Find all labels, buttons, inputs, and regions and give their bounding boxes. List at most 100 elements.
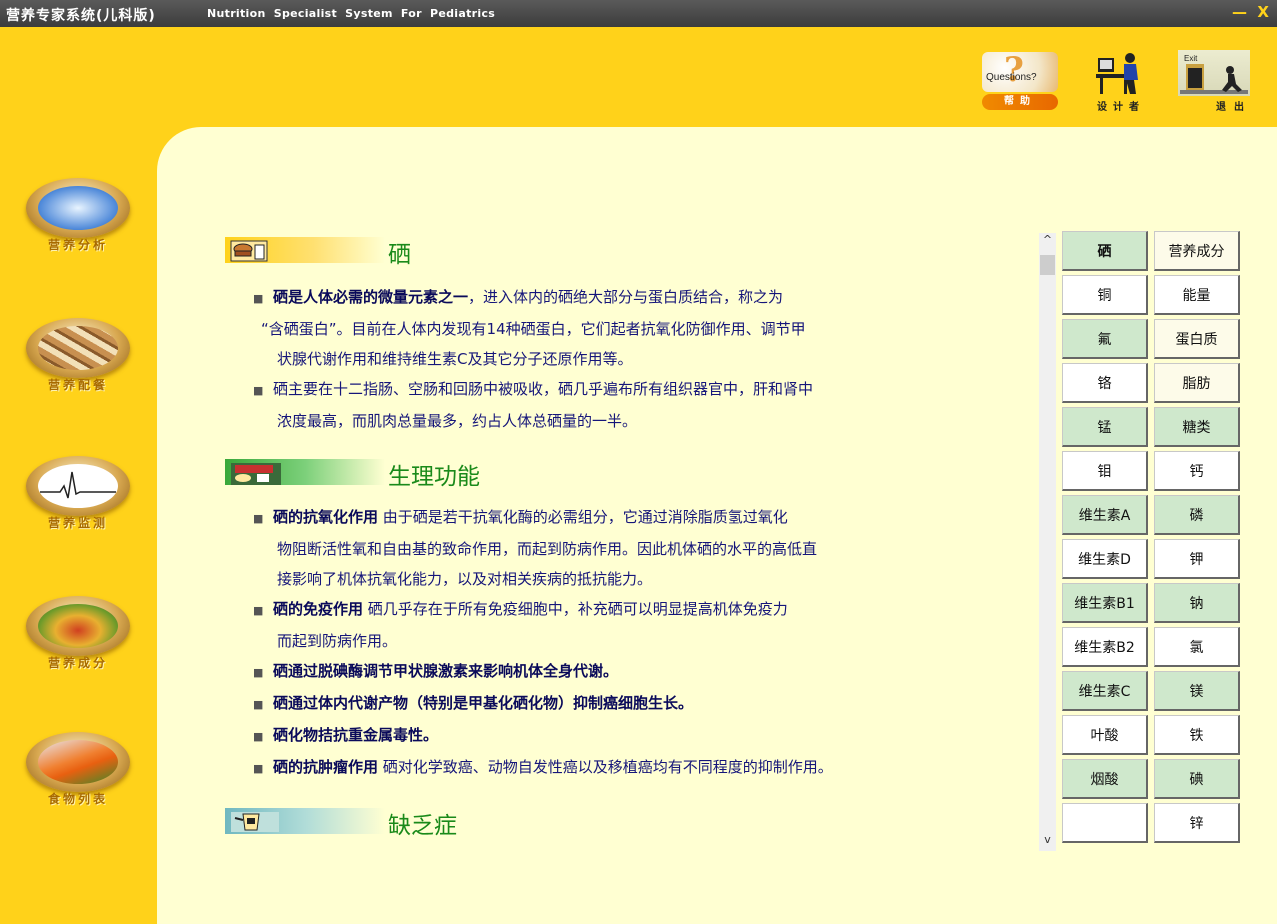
burger-drink-icon [230, 240, 268, 262]
nav-label: 营养配餐 [47, 378, 108, 392]
line-text: 硒几乎存在于所有免疫细胞中，补充硒可以明显提高机体免疫力 [363, 600, 788, 618]
line-text: 接影响了机体抗氧化能力，以及对相关疾病的抵抗能力。 [277, 570, 653, 588]
paragraph-line: 接影响了机体抗氧化能力，以及对相关疾病的抵抗能力。 [253, 564, 953, 594]
paragraph-line: 物阻断活性氧和自由基的致命作用，而起到防病作用。因此机体硒的水平的高低直 [253, 534, 953, 564]
exit-label: 退出 [1216, 102, 1252, 113]
line-text: 物阻断活性氧和自由基的致命作用，而起到防病作用。因此机体硒的水平的高低直 [277, 540, 818, 558]
nutrient-cell-left[interactable]: 烟酸 [1062, 759, 1148, 799]
minimize-button[interactable]: — [1232, 3, 1247, 21]
paragraph-line: ■ 硒通过脱碘酶调节甲状腺激素来影响机体全身代谢。 [253, 656, 953, 688]
scroll-up-arrow[interactable]: ^ [1039, 233, 1056, 251]
nutrient-cell-right[interactable]: 糖类 [1154, 407, 1240, 447]
bold-text: 硒的抗肿瘤作用 [273, 758, 379, 776]
nav-meal-planning[interactable]: 营养配餐 [20, 318, 136, 408]
bold-text: 硒通过体内代谢产物（特别是甲基化硒化物）抑制癌细胞生长。 [273, 694, 694, 712]
bold-text: 硒是人体必需的微量元素之一 [273, 288, 469, 306]
title-bar: 营养专家系统(儿科版) Nutrition Specialist System … [0, 0, 1277, 27]
paragraph-line: ■ 硒的抗肿瘤作用 硒对化学致癌、动物自发性癌以及移植癌均有不同程度的抑制作用。 [253, 752, 953, 784]
nutrient-cell-left[interactable]: 硒 [1062, 231, 1148, 271]
nutrient-cell-left[interactable]: 钼 [1062, 451, 1148, 491]
nutrient-cell-right[interactable]: 铁 [1154, 715, 1240, 755]
nutrient-cell-right[interactable]: 碘 [1154, 759, 1240, 799]
help-label: 帮助 [982, 94, 1058, 110]
nutrient-cell-left[interactable]: 叶酸 [1062, 715, 1148, 755]
section-header-selenium: 硒 [225, 233, 605, 268]
nutrient-cell-right[interactable]: 氯 [1154, 627, 1240, 667]
exit-door-icon: Exit [1178, 50, 1250, 96]
nutrient-cell-right[interactable]: 脂肪 [1154, 363, 1240, 403]
close-button[interactable]: X [1257, 3, 1269, 21]
cup-drink-icon [231, 812, 279, 832]
scroll-thumb[interactable] [1040, 255, 1055, 275]
bullet-icon: ■ [253, 604, 264, 617]
nutrient-list-scrollbar[interactable]: ^ v [1039, 233, 1056, 851]
section-header-physiological-function: 生理功能 [225, 455, 605, 490]
food-basket-icon [38, 604, 118, 648]
nutrient-table: 硒铜氟铬锰钼维生素A 维生素D 维生素B1 维生素B2 维生素C 叶酸 烟酸 营养成分 能量 蛋白… [1062, 231, 1242, 851]
nutrient-cell-right[interactable]: 钠 [1154, 583, 1240, 623]
nutrient-cell-right[interactable]: 营养成分 [1154, 231, 1240, 271]
bullet-icon: ■ [253, 730, 264, 743]
paragraph-line: ■ 硒的免疫作用 硒几乎存在于所有免疫细胞中，补充硒可以明显提高机体免疫力 [253, 594, 953, 626]
exit-button[interactable]: Exit 退出 [1176, 48, 1252, 116]
nutrient-cell-right[interactable]: 钙 [1154, 451, 1240, 491]
line-text: 浓度最高，而肌肉总量最多，约占人体总硒量的一半。 [277, 412, 638, 430]
paragraph-line: ■ 硒的抗氧化作用 由于硒是若干抗氧化酶的必需组分，它通过消除脂质氢过氧化 [253, 502, 953, 534]
question-icon: ? Questions? [982, 50, 1058, 92]
line-text: 硒主要在十二指肠、空肠和回肠中被吸收，硒几乎遍布所有组织器官中，肝和肾中 [273, 380, 814, 398]
bullet-icon: ■ [253, 512, 264, 525]
paragraph-line: ■ 硒主要在十二指肠、空肠和回肠中被吸收，硒几乎遍布所有组织器官中，肝和肾中 [253, 374, 953, 406]
nav-nutrition-content[interactable]: 营养成分 [20, 596, 136, 686]
questions-text: Questions? [986, 72, 1037, 83]
paragraph-line: “含硒蛋白”。目前在人体内发现有14种硒蛋白，它们起者抗氧化防御作用、调节甲 [253, 314, 953, 344]
bullet-icon: ■ [253, 698, 264, 711]
meal-plate-icon [38, 326, 118, 370]
nutrient-cell-left[interactable]: 铬 [1062, 363, 1148, 403]
nutrient-cell-right[interactable]: 钾 [1154, 539, 1240, 579]
bullet-icon: ■ [253, 762, 264, 775]
heartbeat-monitor-icon [38, 464, 118, 508]
bullet-icon: ■ [253, 384, 264, 397]
section-title: 硒 [388, 242, 411, 268]
nav-nutrition-analysis[interactable]: 营养分析 [20, 178, 136, 268]
line-text: 状腺代谢作用和维持维生素C及其它分子还原作用等。 [277, 350, 633, 368]
bold-text: 硒通过脱碘酶调节甲状腺激素来影响机体全身代谢。 [273, 662, 619, 680]
help-button[interactable]: ? Questions? 帮助 [982, 50, 1060, 112]
nav-nutrition-monitoring[interactable]: 营养监测 [20, 456, 136, 546]
section-title: 缺乏症 [388, 813, 457, 839]
nav-label: 食物列表 [47, 792, 108, 806]
line-text: 由于硒是若干抗氧化酶的必需组分，它通过消除脂质氢过氧化 [378, 508, 788, 526]
bullet-icon: ■ [253, 292, 264, 305]
nutrient-cell-right[interactable]: 镁 [1154, 671, 1240, 711]
section-body-selenium: ■ 硒是人体必需的微量元素之一，进入体内的硒绝大部分与蛋白质结合，称之为 “含硒蛋… [253, 282, 953, 436]
microscope-chef-icon [38, 186, 118, 230]
line-text: “含硒蛋白”。目前在人体内发现有14种硒蛋白，它们起者抗氧化防御作用、调节甲 [261, 320, 806, 338]
nutrient-cell-left[interactable]: 铜 [1062, 275, 1148, 315]
nutrient-cell-right[interactable]: 磷 [1154, 495, 1240, 535]
nav-label: 营养分析 [47, 238, 108, 252]
designer-button[interactable]: 设计者 [1088, 48, 1154, 116]
nutrient-cell-left[interactable]: 氟 [1062, 319, 1148, 359]
nutrient-cell-left[interactable]: 维生素B1 [1062, 583, 1148, 623]
bold-text: 硒化物拮抗重金属毒性。 [273, 726, 439, 744]
app-subtitle: Nutrition Specialist System For Pediatri… [207, 7, 496, 20]
scroll-down-arrow[interactable]: v [1039, 833, 1056, 851]
nav-food-list[interactable]: 食物列表 [20, 732, 136, 822]
nutrient-cell-left[interactable]: 维生素A [1062, 495, 1148, 535]
nutrient-cell-right[interactable]: 蛋白质 [1154, 319, 1240, 359]
paragraph-line: ■ 硒化物拮抗重金属毒性。 [253, 720, 953, 752]
line-text: ，进入体内的硒绝大部分与蛋白质结合，称之为 [468, 288, 784, 306]
vegetables-icon [38, 740, 118, 784]
food-tray-icon [231, 463, 281, 485]
nutrient-cell-left[interactable]: 维生素B2 [1062, 627, 1148, 667]
nutrient-cell-right[interactable]: 锌 [1154, 803, 1240, 843]
nutrient-cell-right[interactable]: 能量 [1154, 275, 1240, 315]
line-text: 硒对化学致癌、动物自发性癌以及移植癌均有不同程度的抑制作用。 [378, 758, 833, 776]
nutrient-cell-left[interactable]: 维生素D [1062, 539, 1148, 579]
bold-text: 硒的抗氧化作用 [273, 508, 379, 526]
nutrient-cell-left[interactable]: 锰 [1062, 407, 1148, 447]
nutrient-cell-left[interactable]: 维生素C [1062, 671, 1148, 711]
section-body-physiological-function: ■ 硒的抗氧化作用 由于硒是若干抗氧化酶的必需组分，它通过消除脂质氢过氧化 物阻断… [253, 502, 953, 784]
paragraph-line: 状腺代谢作用和维持维生素C及其它分子还原作用等。 [253, 344, 953, 374]
nutrient-cell-left[interactable] [1062, 803, 1148, 843]
